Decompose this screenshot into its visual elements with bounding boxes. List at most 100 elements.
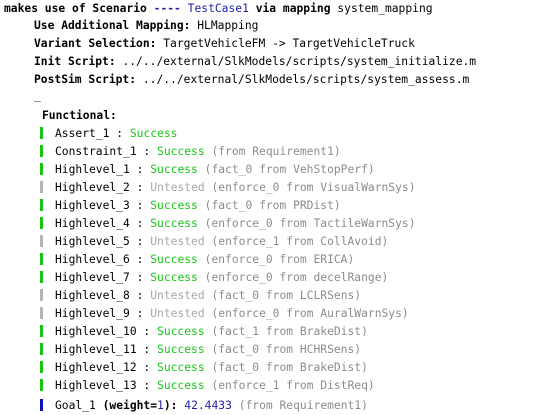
goal-weight-value: 1 xyxy=(157,399,164,412)
result-source: (fact_1 from BrakeDist) xyxy=(211,325,368,338)
result-source: (from Requirement1) xyxy=(211,145,341,158)
result-row[interactable]: Assert_1 : Success xyxy=(40,125,177,142)
result-status: Success xyxy=(157,343,205,356)
option-label: PostSim Script: xyxy=(34,73,137,86)
result-status: Success xyxy=(157,325,205,338)
result-row[interactable]: Highlevel_1 : Success (fact_0 from VehSt… xyxy=(40,161,375,178)
goal-weight-label: (weight= xyxy=(102,399,158,412)
result-row[interactable]: Highlevel_9 : Untested (enforce_0 from A… xyxy=(40,305,409,322)
result-source: (enforce_0 from VisualWarnSys) xyxy=(211,181,416,194)
result-source: (fact_0 from LCLRSens) xyxy=(211,289,362,302)
result-source: (fact_0 from HCHRSens) xyxy=(211,343,362,356)
option-label: Use Additional Mapping: xyxy=(34,19,191,32)
result-status: Success xyxy=(157,379,205,392)
result-name: Highlevel_7 : xyxy=(55,271,144,284)
result-name: Highlevel_1 : xyxy=(55,163,144,176)
result-name: Highlevel_12 : xyxy=(55,361,151,374)
success-marker-icon xyxy=(40,271,43,283)
option-value: ../../external/SlkModels/scripts/system_… xyxy=(142,73,470,86)
testcase-link[interactable]: TestCase1 xyxy=(188,2,249,15)
result-status: Success xyxy=(150,199,198,212)
option-value: HLMapping xyxy=(197,19,259,32)
untested-marker-icon xyxy=(40,181,43,193)
result-source: (enforce_0 from AuralWarnSys) xyxy=(211,307,409,320)
success-marker-icon xyxy=(40,199,43,211)
result-status: Success xyxy=(129,127,178,140)
untested-marker-icon xyxy=(40,235,43,247)
result-row[interactable]: Highlevel_5 : Untested (enforce_1 from C… xyxy=(40,233,388,250)
success-marker-icon xyxy=(40,253,43,265)
success-marker-icon xyxy=(40,217,43,229)
option-label: Variant Selection: xyxy=(34,37,157,50)
goal-weight-close: ): xyxy=(163,399,178,412)
result-row[interactable]: Highlevel_2 : Untested (enforce_0 from V… xyxy=(40,179,416,196)
result-row[interactable]: Highlevel_10 : Success (fact_1 from Brak… xyxy=(40,323,368,340)
result-name: Constraint_1 : xyxy=(55,145,151,158)
goal-name: Goal_1 xyxy=(55,399,96,412)
goal-source: (from Requirement1) xyxy=(238,399,368,412)
result-status: Untested xyxy=(150,307,205,320)
result-name: Highlevel_2 : xyxy=(55,181,144,194)
result-source: (enforce_0 from decelRange) xyxy=(204,271,389,284)
result-name: Highlevel_5 : xyxy=(55,235,144,248)
scenario-header: makes use of Scenario ---- TestCase1 via… xyxy=(4,0,433,17)
result-row[interactable]: Highlevel_7 : Success (enforce_0 from de… xyxy=(40,269,388,286)
result-source: (enforce_0 from TactileWarnSys) xyxy=(204,217,416,230)
untested-marker-icon xyxy=(40,289,43,301)
result-row[interactable]: Highlevel_11 : Success (fact_0 from HCHR… xyxy=(40,341,361,358)
result-status: Success xyxy=(150,253,198,266)
success-marker-icon xyxy=(40,325,43,337)
header-dashes: ---- xyxy=(153,2,181,15)
result-row[interactable]: Highlevel_8 : Untested (fact_0 from LCLR… xyxy=(40,287,361,304)
result-source: (fact_0 from VehStopPerf) xyxy=(204,163,375,176)
result-row[interactable]: Highlevel_6 : Success (enforce_0 from ER… xyxy=(40,251,354,268)
result-row[interactable]: Highlevel_3 : Success (fact_0 from PRDis… xyxy=(40,197,341,214)
result-row[interactable]: Highlevel_4 : Success (enforce_0 from Ta… xyxy=(40,215,416,232)
result-name: Highlevel_8 : xyxy=(55,289,144,302)
option-value: TargetVehicleFM -> TargetVehicleTruck xyxy=(163,37,415,50)
success-marker-icon xyxy=(40,127,43,139)
result-status: Success xyxy=(157,145,205,158)
mapping-name: system_mapping xyxy=(337,2,433,15)
result-source: (enforce_0 from ERICA) xyxy=(204,253,355,266)
result-name: Highlevel_11 : xyxy=(55,343,151,356)
success-marker-icon xyxy=(40,163,43,175)
result-status: Success xyxy=(150,163,198,176)
result-status: Success xyxy=(150,217,198,230)
result-name: Highlevel_13 : xyxy=(55,379,151,392)
result-source: (enforce_1 from DistReq) xyxy=(211,379,375,392)
result-name: Highlevel_6 : xyxy=(55,253,144,266)
option-label: Init Script: xyxy=(34,55,116,68)
separator: _ xyxy=(34,89,41,102)
goal-value: 42.4433 xyxy=(184,399,232,412)
success-marker-icon xyxy=(40,361,43,373)
result-name: Highlevel_9 : xyxy=(55,307,144,320)
result-row[interactable]: Highlevel_13 : Success (enforce_1 from D… xyxy=(40,377,375,394)
result-row[interactable]: Highlevel_12 : Success (fact_0 from Brak… xyxy=(40,359,368,376)
result-source: (fact_0 from BrakeDist) xyxy=(211,361,368,374)
success-marker-icon xyxy=(40,145,43,157)
option-init-script: Init Script: ../../external/SlkModels/sc… xyxy=(34,53,476,70)
option-value: ../../external/SlkModels/scripts/system_… xyxy=(122,55,477,68)
result-source: (fact_0 from PRDist) xyxy=(204,199,341,212)
result-name: Highlevel_10 : xyxy=(55,325,151,338)
functional-title: Functional: xyxy=(42,109,117,122)
goal-marker-icon xyxy=(40,399,43,411)
goal-row[interactable]: Goal_1 (weight=1): 42.4433 (from Require… xyxy=(40,397,368,414)
success-marker-icon xyxy=(40,343,43,355)
success-marker-icon xyxy=(40,379,43,391)
result-status: Untested xyxy=(150,289,205,302)
header-prefix: makes use of Scenario xyxy=(4,2,147,15)
result-status: Success xyxy=(150,271,198,284)
result-row[interactable]: Constraint_1 : Success (from Requirement… xyxy=(40,143,341,160)
result-name: Highlevel_3 : xyxy=(55,199,144,212)
option-variant-selection: Variant Selection: TargetVehicleFM -> Ta… xyxy=(34,35,415,52)
result-status: Untested xyxy=(150,235,205,248)
result-status: Success xyxy=(157,361,205,374)
option-additional-mapping: Use Additional Mapping: HLMapping xyxy=(34,17,258,34)
result-source: (enforce_1 from CollAvoid) xyxy=(211,235,389,248)
option-postsim-script: PostSim Script: ../../external/SlkModels… xyxy=(34,71,469,88)
result-name: Assert_1 : xyxy=(55,127,124,140)
result-name: Highlevel_4 : xyxy=(55,217,144,230)
untested-marker-icon xyxy=(40,307,43,319)
